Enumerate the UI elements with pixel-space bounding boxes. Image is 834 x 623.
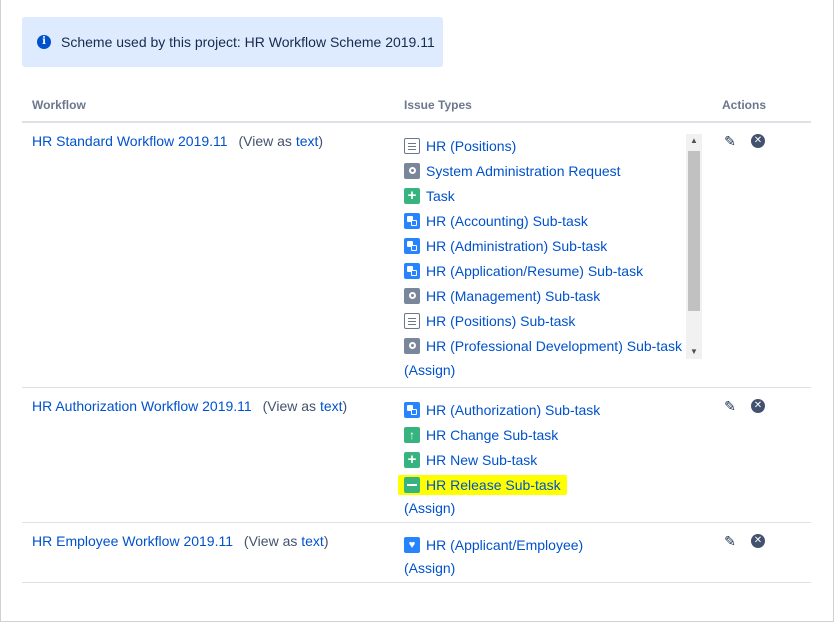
edit-button[interactable]: ✎ [722,133,738,149]
gray-circle-icon [404,337,420,354]
pencil-icon: ✎ [724,533,736,549]
issue-types-scroll-list[interactable]: HR (Positions) System Administration Req… [398,133,703,360]
issue-type-label: Task [426,187,455,204]
issue-type-item[interactable]: + HR New Sub-task [404,447,600,472]
issue-type-item[interactable]: HR (Authorization) Sub-task [404,397,600,422]
issue-types-list: ♥ HR (Applicant/Employee) (Assign) [404,532,583,579]
column-header-issue-types: Issue Types [404,98,472,112]
scroll-down-icon[interactable]: ▼ [686,345,702,359]
info-icon: i [37,35,51,49]
view-as-text: (View as text) [238,133,323,149]
workflow-row-2-name: HR Authorization Workflow 2019.11 (View … [32,398,347,414]
issue-type-item[interactable]: System Administration Request [404,158,682,183]
issue-type-item[interactable]: ♥ HR (Applicant/Employee) [404,532,583,557]
heart-icon: ♥ [404,536,420,553]
issue-type-item[interactable]: HR (Professional Development) Sub-task [404,333,682,358]
issue-type-item[interactable]: HR (Positions) Sub-task [404,308,682,333]
minus-icon [404,476,420,493]
issue-type-label: HR (Administration) Sub-task [426,237,608,254]
issue-type-label: System Administration Request [426,162,621,179]
issue-type-item[interactable]: HR (Administration) Sub-task [404,233,682,258]
gray-circle-icon [404,287,420,304]
remove-icon: ✕ [751,399,765,413]
issue-type-item[interactable]: HR (Application/Resume) Sub-task [404,258,682,283]
remove-button[interactable]: ✕ [750,133,766,149]
plus-icon: + [404,451,420,468]
issue-type-label: HR New Sub-task [426,451,538,468]
highlighted-item: HR Release Sub-task [398,474,567,495]
plus-icon: + [404,187,420,204]
scroll-up-icon[interactable]: ▲ [686,134,702,148]
issue-type-label: HR (Authorization) Sub-task [426,401,601,418]
remove-button[interactable]: ✕ [750,533,766,549]
column-header-actions: Actions [722,98,767,112]
column-header-workflow: Workflow [32,98,86,112]
view-as-text-link[interactable]: text [296,133,319,149]
issue-types-scrollbar[interactable]: ▲ ▼ [686,134,702,359]
workflow-row-1-name: HR Standard Workflow 2019.11 (View as te… [32,133,323,149]
pencil-icon: ✎ [724,133,736,149]
issue-type-item[interactable]: ↑ HR Change Sub-task [404,422,600,447]
assign-link[interactable]: (Assign) [404,497,600,519]
issue-type-item[interactable]: + Task [404,183,682,208]
issue-type-label: HR Change Sub-task [426,426,559,443]
issue-type-label: HR (Application/Resume) Sub-task [426,262,644,279]
view-suffix: ) [323,533,329,549]
subtask-icon [404,237,420,254]
issue-type-label: HR (Positions) [426,137,517,154]
view-prefix: (View as [243,533,302,549]
row-divider [22,582,811,583]
edit-button[interactable]: ✎ [722,533,738,549]
row-divider [22,387,811,388]
arrow-up-icon: ↑ [404,426,420,443]
subtask-icon [404,262,420,279]
issue-type-label: HR (Accounting) Sub-task [426,212,588,229]
pencil-icon: ✎ [724,398,736,414]
header-divider [22,121,811,123]
story-icon [404,312,420,329]
issue-type-label: HR Release Sub-task [426,476,561,493]
remove-icon: ✕ [751,534,765,548]
remove-button[interactable]: ✕ [750,398,766,414]
issue-type-label: HR (Positions) Sub-task [426,312,576,329]
view-as-text: (View as text) [244,533,329,549]
gray-circle-icon [404,162,420,179]
issue-type-label: HR (Management) Sub-task [426,287,601,304]
issue-type-item[interactable]: HR Release Sub-task [398,472,600,497]
banner-text: Scheme used by this project: HR Workflow… [61,34,435,50]
view-as-text-link[interactable]: text [301,533,324,549]
assign-link[interactable]: (Assign) [404,359,455,381]
assign-link[interactable]: (Assign) [404,557,583,579]
workflow-link[interactable]: HR Standard Workflow 2019.11 [32,133,228,149]
subtask-icon [404,401,420,418]
view-prefix: (View as [238,133,296,149]
story-icon [404,137,420,154]
row-divider [22,522,811,523]
issue-types-list: HR (Authorization) Sub-task ↑ HR Change S… [398,397,600,519]
issue-type-label: HR (Professional Development) Sub-task [426,337,682,354]
issue-type-item[interactable]: HR (Positions) [404,133,682,158]
view-suffix: ) [342,398,348,414]
issue-type-label: HR (Applicant/Employee) [426,536,584,553]
workflow-link[interactable]: HR Employee Workflow 2019.11 [32,533,233,549]
view-suffix: ) [318,133,324,149]
scheme-info-banner: i Scheme used by this project: HR Workfl… [22,17,443,67]
scroll-thumb[interactable] [688,151,700,311]
view-as-text-link[interactable]: text [320,398,343,414]
issue-type-item[interactable]: HR (Management) Sub-task [404,283,682,308]
view-prefix: (View as [262,398,320,414]
remove-icon: ✕ [751,134,765,148]
issue-type-item[interactable]: HR (Accounting) Sub-task [404,208,682,233]
workflow-row-3-name: HR Employee Workflow 2019.11 (View as te… [32,533,329,549]
view-as-text: (View as text) [263,398,348,414]
workflow-link[interactable]: HR Authorization Workflow 2019.11 [32,398,252,414]
subtask-icon [404,212,420,229]
edit-button[interactable]: ✎ [722,398,738,414]
